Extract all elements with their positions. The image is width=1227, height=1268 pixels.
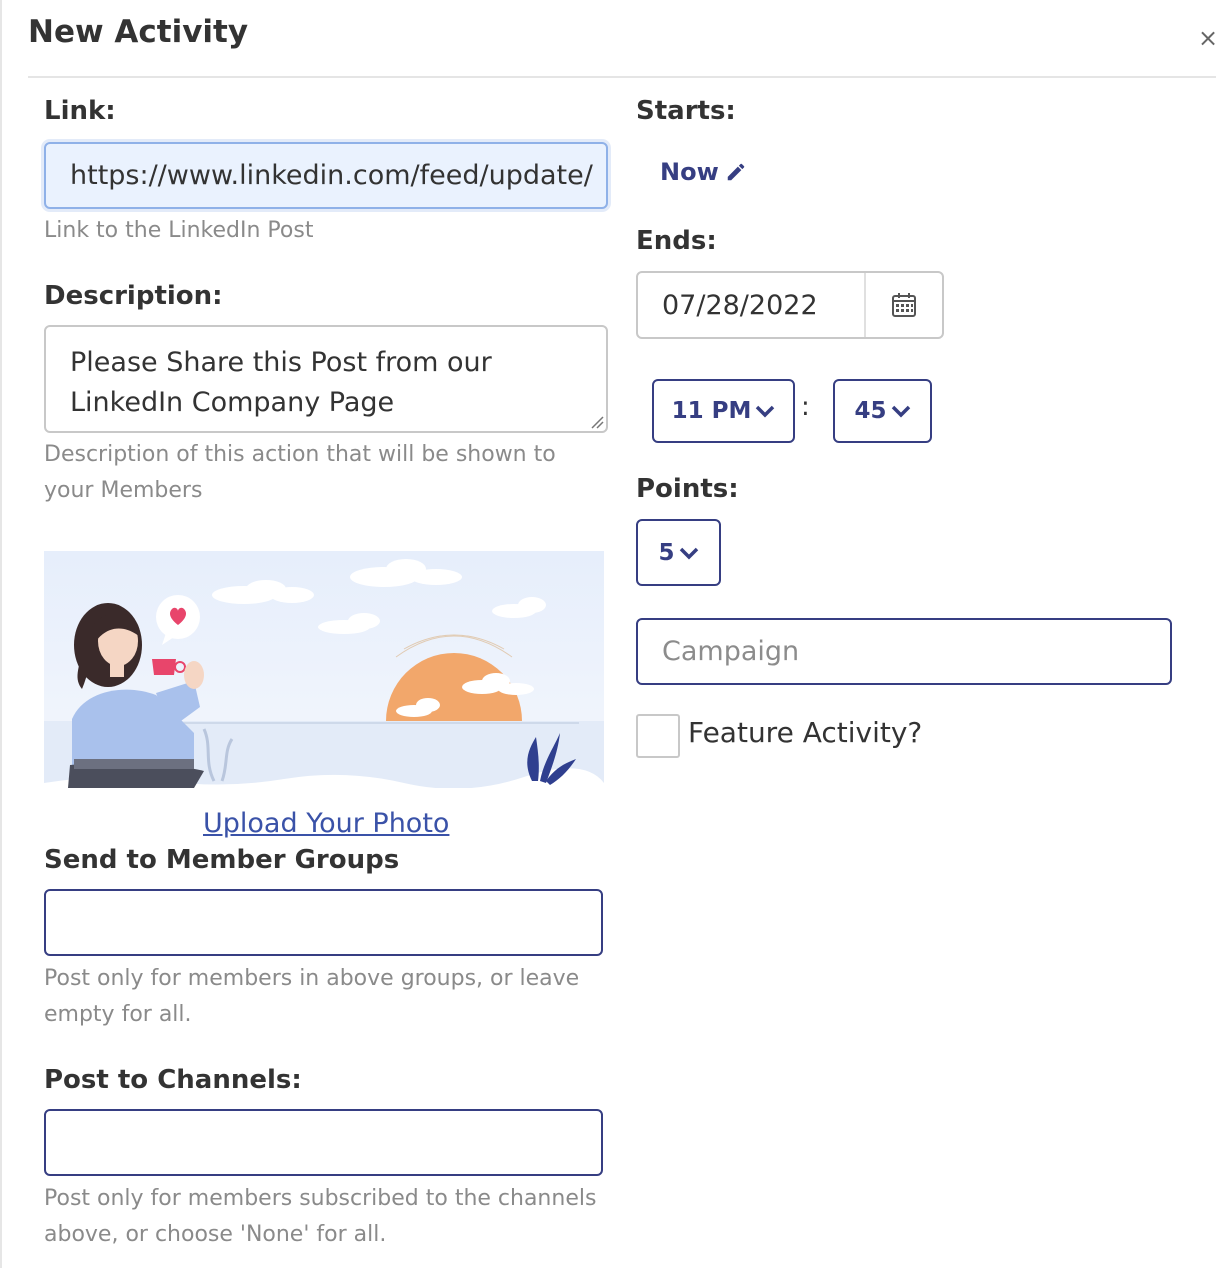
modal-title: New Activity xyxy=(28,14,249,50)
member-groups-input[interactable] xyxy=(44,889,603,956)
link-label: Link: xyxy=(44,96,116,126)
chevron-down-icon xyxy=(891,405,910,418)
starts-label: Starts: xyxy=(636,96,736,126)
description-line-2: LinkedIn Company Page xyxy=(70,387,395,418)
ends-label: Ends: xyxy=(636,226,717,256)
header-divider xyxy=(28,76,1216,78)
time-separator: : xyxy=(801,392,810,422)
description-line-1: Please Share this Post from our xyxy=(70,347,492,378)
points-label: Points: xyxy=(636,474,739,504)
channels-help-text: Post only for members subscribed to the … xyxy=(44,1181,596,1253)
calendar-button[interactable] xyxy=(866,273,942,337)
pencil-icon xyxy=(727,163,745,181)
link-help-text: Link to the LinkedIn Post xyxy=(44,218,314,243)
description-help-line-2: your Members xyxy=(44,478,203,503)
new-activity-modal: New Activity × Link: https://www.linkedi… xyxy=(0,0,1227,1268)
channels-input[interactable] xyxy=(44,1109,603,1176)
member-groups-help-text: Post only for members in above groups, o… xyxy=(44,961,579,1033)
close-icon[interactable]: × xyxy=(1198,26,1218,50)
campaign-input[interactable]: Campaign xyxy=(636,618,1172,685)
description-help-text: Description of this action that will be … xyxy=(44,437,556,509)
member-groups-help-line-1: Post only for members in above groups, o… xyxy=(44,966,580,991)
points-select[interactable]: 5 xyxy=(636,519,721,586)
upload-photo-link[interactable]: Upload Your Photo xyxy=(203,808,449,839)
end-minute-value: 45 xyxy=(854,398,887,424)
feature-activity-label[interactable]: Feature Activity? xyxy=(688,716,922,749)
activity-illustration xyxy=(44,551,604,788)
calendar-icon xyxy=(892,293,916,317)
description-textarea[interactable]: Please Share this Post from our LinkedIn… xyxy=(44,325,608,433)
end-minute-select[interactable]: 45 xyxy=(833,379,932,443)
channels-help-line-2: above, or choose 'None' for all. xyxy=(44,1222,387,1247)
member-groups-help-line-2: empty for all. xyxy=(44,1002,192,1027)
description-help-line-1: Description of this action that will be … xyxy=(44,442,556,467)
channels-help-line-1: Post only for members subscribed to the … xyxy=(44,1186,597,1211)
link-input[interactable]: https://www.linkedin.com/feed/update/ xyxy=(44,142,608,209)
resize-handle-icon[interactable] xyxy=(590,415,604,429)
end-hour-value: 11 PM xyxy=(671,398,752,424)
member-groups-label: Send to Member Groups xyxy=(44,845,400,875)
campaign-placeholder: Campaign xyxy=(662,636,800,667)
end-hour-select[interactable]: 11 PM xyxy=(652,379,795,443)
link-input-value: https://www.linkedin.com/feed/update/ xyxy=(70,160,593,191)
starts-now-button[interactable]: Now xyxy=(660,158,747,186)
points-value: 5 xyxy=(658,539,675,566)
channels-label: Post to Channels: xyxy=(44,1065,302,1095)
end-date-picker: 07/28/2022 xyxy=(636,271,944,339)
chevron-down-icon xyxy=(756,405,775,418)
starts-value: Now xyxy=(660,158,719,186)
feature-activity-checkbox[interactable] xyxy=(636,714,680,758)
end-date-input[interactable]: 07/28/2022 xyxy=(638,273,866,337)
description-label: Description: xyxy=(44,281,223,311)
chevron-down-icon xyxy=(679,547,698,559)
